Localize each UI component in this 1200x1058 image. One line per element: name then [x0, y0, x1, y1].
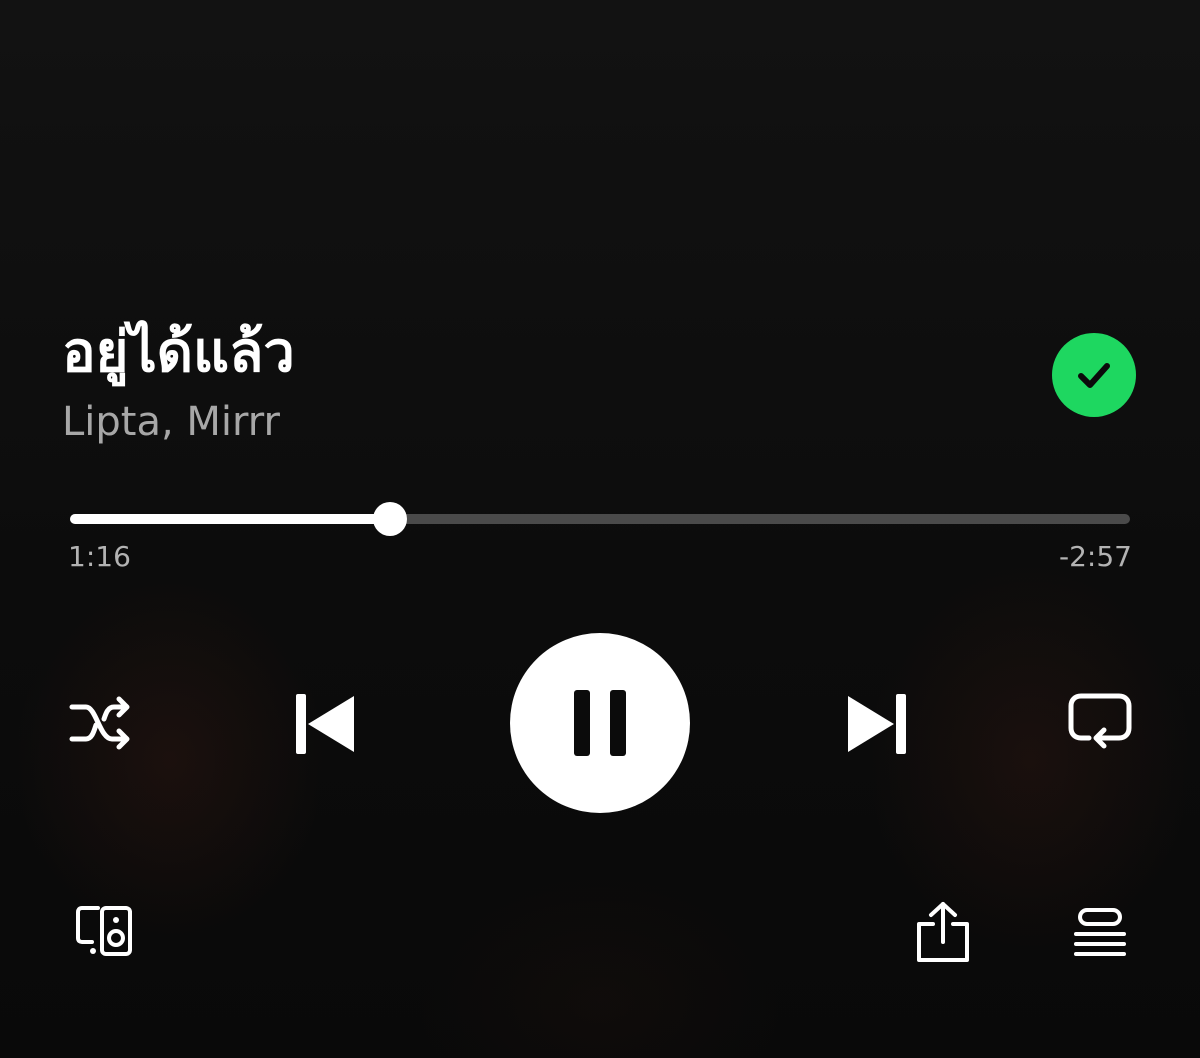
- track-title: อยู่ได้แล้ว: [62, 320, 295, 385]
- repeat-button[interactable]: [1060, 688, 1140, 758]
- share-button[interactable]: [912, 898, 974, 966]
- shuffle-icon: [69, 696, 130, 750]
- skip-previous-icon: [296, 694, 354, 754]
- shuffle-button[interactable]: [62, 688, 140, 758]
- elapsed-time: 1:16: [68, 540, 131, 573]
- devices-button[interactable]: [72, 902, 138, 962]
- queue-button[interactable]: [1070, 904, 1130, 960]
- connect-devices-icon: [76, 906, 132, 956]
- repeat-icon: [1068, 693, 1132, 749]
- share-icon: [917, 902, 969, 962]
- next-button[interactable]: [840, 684, 916, 764]
- liked-button[interactable]: [1052, 333, 1136, 417]
- progress-fill: [70, 514, 391, 524]
- track-artist[interactable]: Lipta, Mirrr: [62, 396, 280, 448]
- remaining-time: -2:57: [1059, 540, 1132, 573]
- progress-bar[interactable]: [70, 502, 1130, 536]
- queue-icon: [1074, 908, 1126, 956]
- progress-knob[interactable]: [373, 502, 408, 536]
- now-playing-screen: อยู่ได้แล้ว Lipta, Mirrr 1:16 -2:57: [0, 0, 1200, 1058]
- previous-button[interactable]: [286, 684, 362, 764]
- play-pause-button[interactable]: [510, 633, 690, 813]
- pause-icon: [574, 690, 626, 756]
- check-icon: [1078, 363, 1110, 388]
- skip-next-icon: [848, 694, 906, 754]
